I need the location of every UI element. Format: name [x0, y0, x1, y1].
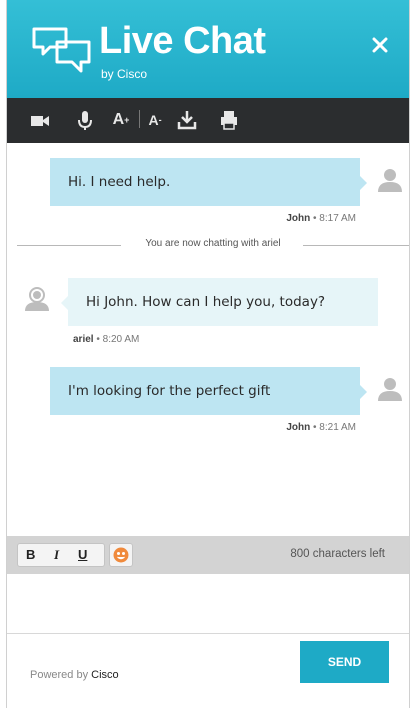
emoji-button[interactable]	[109, 543, 133, 567]
message-author: John	[286, 422, 311, 433]
app-title: Live Chat	[99, 20, 266, 62]
user-avatar-icon	[378, 378, 402, 401]
text-format-group: B I U	[17, 543, 105, 567]
microphone-icon[interactable]	[75, 108, 95, 132]
format-bar: B I U 800 characters left	[7, 536, 409, 574]
download-icon[interactable]	[177, 108, 197, 132]
message-text: Hi. I need help.	[68, 174, 171, 190]
powered-by-brand: Cisco	[91, 669, 119, 681]
bold-button[interactable]: B	[26, 547, 35, 562]
toolbar-divider	[139, 110, 140, 128]
message-text: Hi John. How can I help you, today?	[86, 294, 326, 310]
send-button[interactable]: SEND	[300, 641, 389, 683]
app-subtitle: by Cisco	[101, 67, 148, 81]
message-time: 8:21 AM	[319, 422, 356, 433]
footer-divider	[7, 633, 409, 634]
message-list[interactable]: Hi. I need help. John • 8:17 AM You are …	[7, 143, 409, 536]
italic-button[interactable]: I	[54, 547, 59, 563]
emoji-icon	[113, 547, 129, 563]
underline-button[interactable]: U	[78, 547, 87, 562]
message-input[interactable]	[7, 574, 409, 633]
powered-by-prefix: Powered by	[30, 669, 89, 681]
message-text: I'm looking for the perfect gift	[68, 383, 271, 399]
characters-left-counter: 800 characters left	[290, 548, 385, 560]
message-bubble: Hi John. How can I help you, today?	[61, 278, 378, 326]
system-notice: You are now chatting with ariel	[17, 238, 409, 252]
powered-by: Powered by Cisco	[30, 669, 119, 681]
close-icon[interactable]	[369, 34, 391, 56]
video-camera-icon[interactable]	[29, 108, 51, 132]
message-bubble: I'm looking for the perfect gift	[50, 367, 367, 415]
message-meta: ariel • 8:20 AM	[73, 334, 139, 345]
agent-avatar-icon	[25, 287, 49, 311]
message-time: 8:20 AM	[102, 334, 140, 345]
chat-bubbles-icon	[32, 27, 91, 73]
chat-window: Live Chat by Cisco A + A- Hi. I need hel…	[6, 0, 410, 708]
meta-separator: •	[313, 213, 317, 224]
meta-separator: •	[96, 334, 100, 345]
message-bubble: Hi. I need help.	[50, 158, 367, 206]
message-author: John	[286, 213, 311, 224]
message-author: ariel	[73, 334, 94, 345]
chat-header: Live Chat by Cisco	[7, 0, 409, 98]
system-notice-text: You are now chatting with ariel	[145, 238, 281, 249]
message-meta: John • 8:17 AM	[286, 213, 356, 224]
font-decrease-icon[interactable]: A-	[145, 108, 165, 132]
message-meta: John • 8:21 AM	[286, 422, 356, 433]
meta-separator: •	[313, 422, 317, 433]
user-avatar-icon	[378, 169, 402, 192]
toolbar: A + A-	[7, 98, 409, 143]
print-icon[interactable]	[219, 108, 239, 132]
message-time: 8:17 AM	[319, 213, 356, 224]
font-increase-icon[interactable]: A +	[110, 108, 132, 132]
